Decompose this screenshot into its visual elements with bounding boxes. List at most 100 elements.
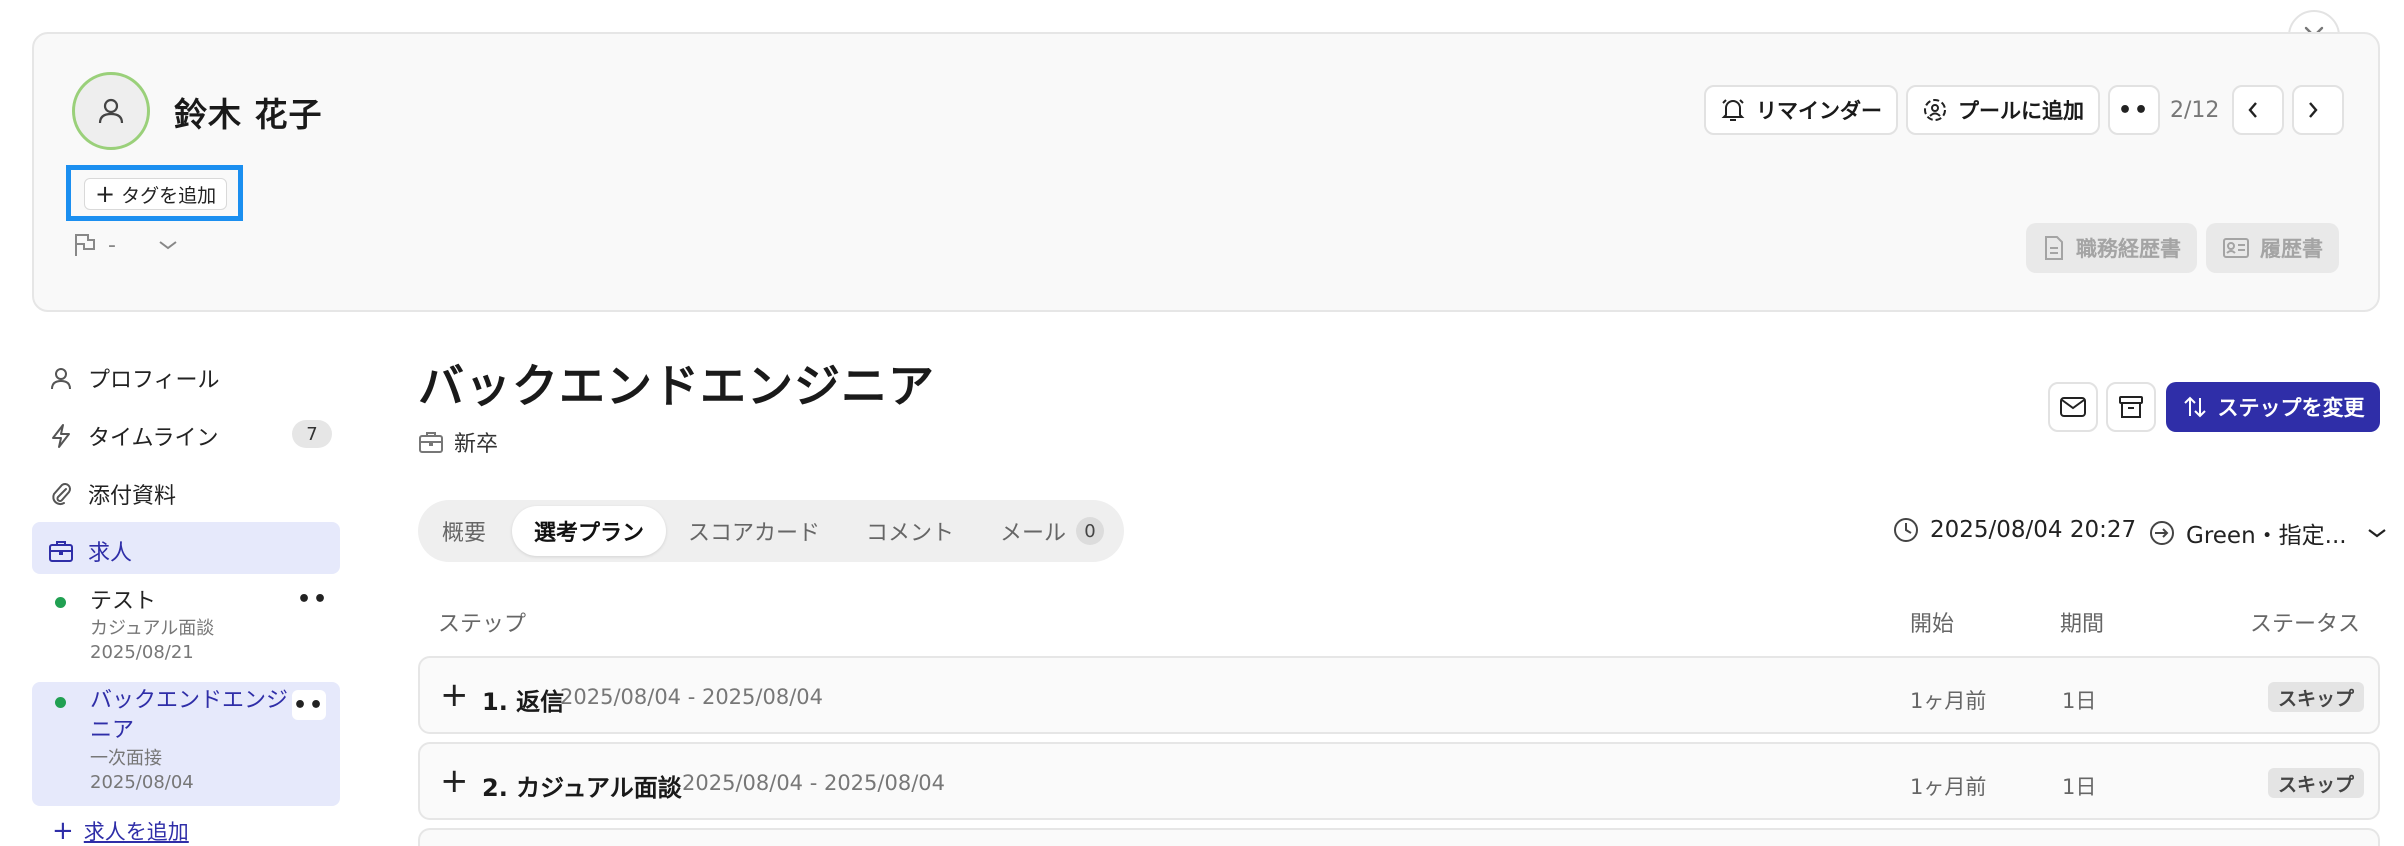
add-job-label: 求人を追加 (83, 820, 189, 844)
job-card-stage: カジュアル面談 (90, 618, 215, 639)
sidebar-item-label: プロフィール (88, 368, 220, 393)
document-icon (2045, 236, 2063, 260)
tab-scorecard[interactable]: スコアカード (688, 500, 820, 562)
change-step-button[interactable]: ステップを変更 (2166, 382, 2380, 432)
job-title: バックエンドエンジニア (418, 359, 935, 413)
reminder-button[interactable]: リマインダー (1704, 85, 1898, 135)
column-header-duration: 期間 (2060, 612, 2105, 637)
sidebar-item-label: 求人 (88, 541, 133, 566)
employment-type: 新卒 (418, 426, 498, 458)
work-history-button[interactable]: 職務経歴書 (2026, 223, 2197, 273)
sidebar-item-label: 添付資料 (88, 484, 177, 509)
job-card-stage: 一次面接 (90, 748, 162, 769)
assignee-selector[interactable]: Green・指定... (2148, 516, 2397, 550)
sidebar-item-jobs[interactable]: 求人 (48, 535, 132, 567)
archive-button[interactable] (2106, 382, 2156, 432)
job-card-more-button[interactable]: •• (297, 587, 329, 612)
job-card-title[interactable]: テスト (90, 587, 156, 617)
sign-in-icon (2150, 521, 2174, 545)
user-icon (98, 98, 124, 124)
resume-button[interactable]: 履歴書 (2206, 223, 2339, 273)
sidebar-item-label: タイムライン (88, 426, 219, 451)
tab-selection-plan[interactable]: 選考プラン (512, 506, 667, 556)
more-icon: •• (292, 692, 326, 718)
step-title: 1. 返信 (482, 688, 565, 716)
status-badge: スキップ (2268, 682, 2365, 712)
pool-icon (1924, 99, 1946, 121)
work-history-label: 職務経歴書 (2076, 237, 2181, 261)
column-header-step: ステップ (438, 612, 527, 637)
pager-count: 2/12 (2170, 98, 2220, 123)
step-start: 1ヶ月前 (1910, 689, 1987, 713)
resume-label: 履歴書 (2260, 237, 2323, 261)
chevron-left-icon (2248, 102, 2257, 118)
flag-selector[interactable]: - (72, 232, 178, 258)
step-date-range: 2025/08/04 - 2025/08/04 (560, 685, 824, 709)
tab-overview[interactable]: 概要 (442, 500, 486, 562)
tab-mail-label: メール (1000, 521, 1067, 546)
more-icon: •• (2117, 97, 2151, 123)
email-button[interactable] (2048, 382, 2098, 432)
step-date-range: 2025/08/04 - 2025/08/04 (682, 771, 946, 795)
add-job-link[interactable]: + 求人を追加 (52, 816, 189, 846)
step-start: 1ヶ月前 (1910, 775, 1987, 799)
step-duration: 1日 (2062, 689, 2097, 713)
sidebar-item-timeline[interactable]: タイムライン (48, 420, 218, 452)
add-tag-label: タグを追加 (121, 184, 217, 207)
job-card-date: 2025/08/04 (90, 772, 194, 793)
bell-icon (1721, 99, 1745, 121)
sidebar-item-profile[interactable]: プロフィール (48, 362, 220, 394)
status-dot (55, 697, 66, 708)
step-row[interactable]: + 2. カジュアル面談 2025/08/04 - 2025/08/04 1ヶ月… (418, 742, 2380, 820)
clock-icon (1894, 518, 1918, 542)
chevron-down-icon (159, 241, 177, 250)
expand-icon[interactable]: + (440, 764, 469, 798)
datetime-display: 2025/08/04 20:27 (1892, 516, 2136, 544)
employment-type-label: 新卒 (454, 432, 499, 457)
more-options-button[interactable]: •• (2108, 85, 2160, 135)
expand-icon[interactable]: + (440, 678, 469, 712)
timeline-count-badge: 7 (292, 420, 332, 448)
mail-icon (2060, 397, 2086, 417)
flag-value: - (108, 232, 116, 258)
briefcase-icon (49, 541, 73, 562)
job-card-title: バックエンドエンジ (90, 688, 289, 713)
mail-count-badge: 0 (1076, 517, 1105, 545)
id-card-icon (2223, 238, 2249, 258)
tab-comments[interactable]: コメント (866, 500, 954, 562)
candidate-header-card (32, 32, 2380, 312)
paperclip-icon (52, 483, 71, 506)
sidebar-item-attachments[interactable]: 添付資料 (48, 478, 176, 510)
datetime-value: 2025/08/04 20:27 (1930, 517, 2137, 543)
column-header-status: ステータス (2250, 612, 2361, 637)
plus-icon: + (95, 180, 116, 208)
chevron-right-icon (2309, 102, 2318, 118)
status-dot (55, 597, 66, 608)
tab-bar: 概要 選考プラン スコアカード コメント メール 0 (418, 500, 1124, 562)
change-step-label: ステップを変更 (2217, 396, 2365, 420)
step-row[interactable]: + 1. 返信 2025/08/04 - 2025/08/04 1ヶ月前 1日 … (418, 656, 2380, 734)
step-title: 2. カジュアル面談 (482, 774, 682, 802)
briefcase-icon (419, 432, 443, 453)
column-header-start: 開始 (1910, 612, 1955, 637)
next-button[interactable] (2292, 85, 2344, 135)
swap-arrows-icon (2183, 396, 2206, 418)
assignee-value: Green・指定... (2186, 523, 2347, 549)
bolt-icon (52, 424, 70, 448)
user-icon (51, 368, 71, 390)
previous-button[interactable] (2232, 85, 2284, 135)
add-tag-button[interactable]: + タグを追加 (84, 178, 228, 210)
archive-icon (2119, 396, 2143, 418)
add-to-pool-button[interactable]: プールに追加 (1906, 85, 2100, 135)
job-card-date: 2025/08/21 (90, 642, 194, 663)
status-badge: スキップ (2268, 768, 2365, 798)
avatar[interactable] (72, 72, 150, 150)
step-row[interactable] (418, 828, 2380, 846)
tab-mail[interactable]: メール 0 (1000, 500, 1105, 562)
step-duration: 1日 (2062, 775, 2097, 799)
add-to-pool-label: プールに追加 (1958, 99, 2084, 123)
plus-icon: + (52, 816, 74, 846)
chevron-down-icon (2367, 529, 2386, 538)
job-card-more-button[interactable]: •• (292, 690, 326, 720)
reminder-label: リマインダー (1756, 99, 1882, 123)
